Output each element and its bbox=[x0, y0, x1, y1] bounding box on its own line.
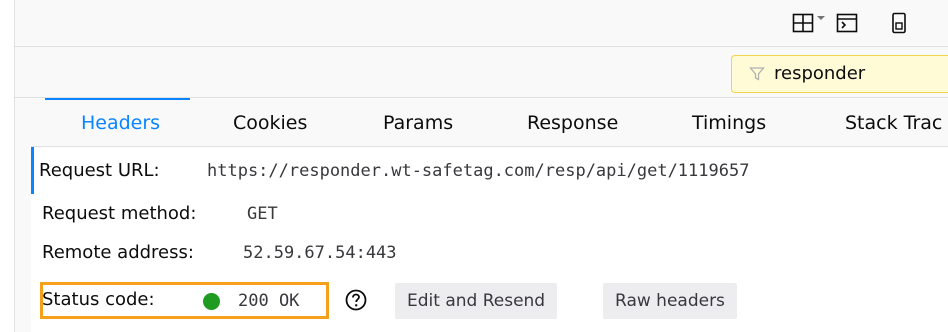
filter-input[interactable]: responder bbox=[731, 55, 948, 93]
tab-stack-trace[interactable]: Stack Trac bbox=[845, 98, 942, 146]
tab-timings[interactable]: Timings bbox=[692, 98, 766, 146]
raw-headers-button[interactable]: Raw headers bbox=[603, 283, 737, 319]
remote-address-label: Remote address: bbox=[42, 242, 194, 263]
headers-details: Request URL: https://responder.wt-safeta… bbox=[31, 147, 948, 332]
console-split-icon[interactable] bbox=[835, 11, 859, 35]
device-icon[interactable] bbox=[887, 11, 911, 35]
status-code-label: Status code: bbox=[42, 289, 155, 310]
devtools-network-panel: responder Headers Cookies Params Respons… bbox=[14, 0, 948, 332]
remote-address-value: 52.59.67.54:443 bbox=[243, 243, 397, 263]
chevron-down-icon[interactable] bbox=[816, 14, 826, 22]
toolbar bbox=[15, 0, 948, 47]
edit-and-resend-button[interactable]: Edit and Resend bbox=[395, 283, 558, 319]
help-icon[interactable] bbox=[345, 289, 367, 311]
request-method-label: Request method: bbox=[42, 203, 197, 224]
tab-cookies[interactable]: Cookies bbox=[233, 98, 307, 146]
status-ok-icon bbox=[203, 293, 220, 310]
request-method-value: GET bbox=[247, 204, 278, 224]
filter-icon bbox=[749, 67, 765, 81]
tab-response[interactable]: Response bbox=[527, 98, 618, 146]
details-tabs: Headers Cookies Params Response Timings … bbox=[31, 98, 948, 147]
tab-params[interactable]: Params bbox=[383, 98, 453, 146]
layout-split-icon[interactable] bbox=[791, 11, 815, 35]
tab-headers[interactable]: Headers bbox=[44, 98, 191, 146]
filter-bar: responder bbox=[15, 47, 948, 98]
request-url-value: https://responder.wt-safetag.com/resp/ap… bbox=[207, 161, 750, 181]
status-code-value: 200 OK bbox=[238, 291, 300, 311]
request-url-label: Request URL: bbox=[39, 160, 160, 181]
filter-text: responder bbox=[774, 63, 866, 84]
